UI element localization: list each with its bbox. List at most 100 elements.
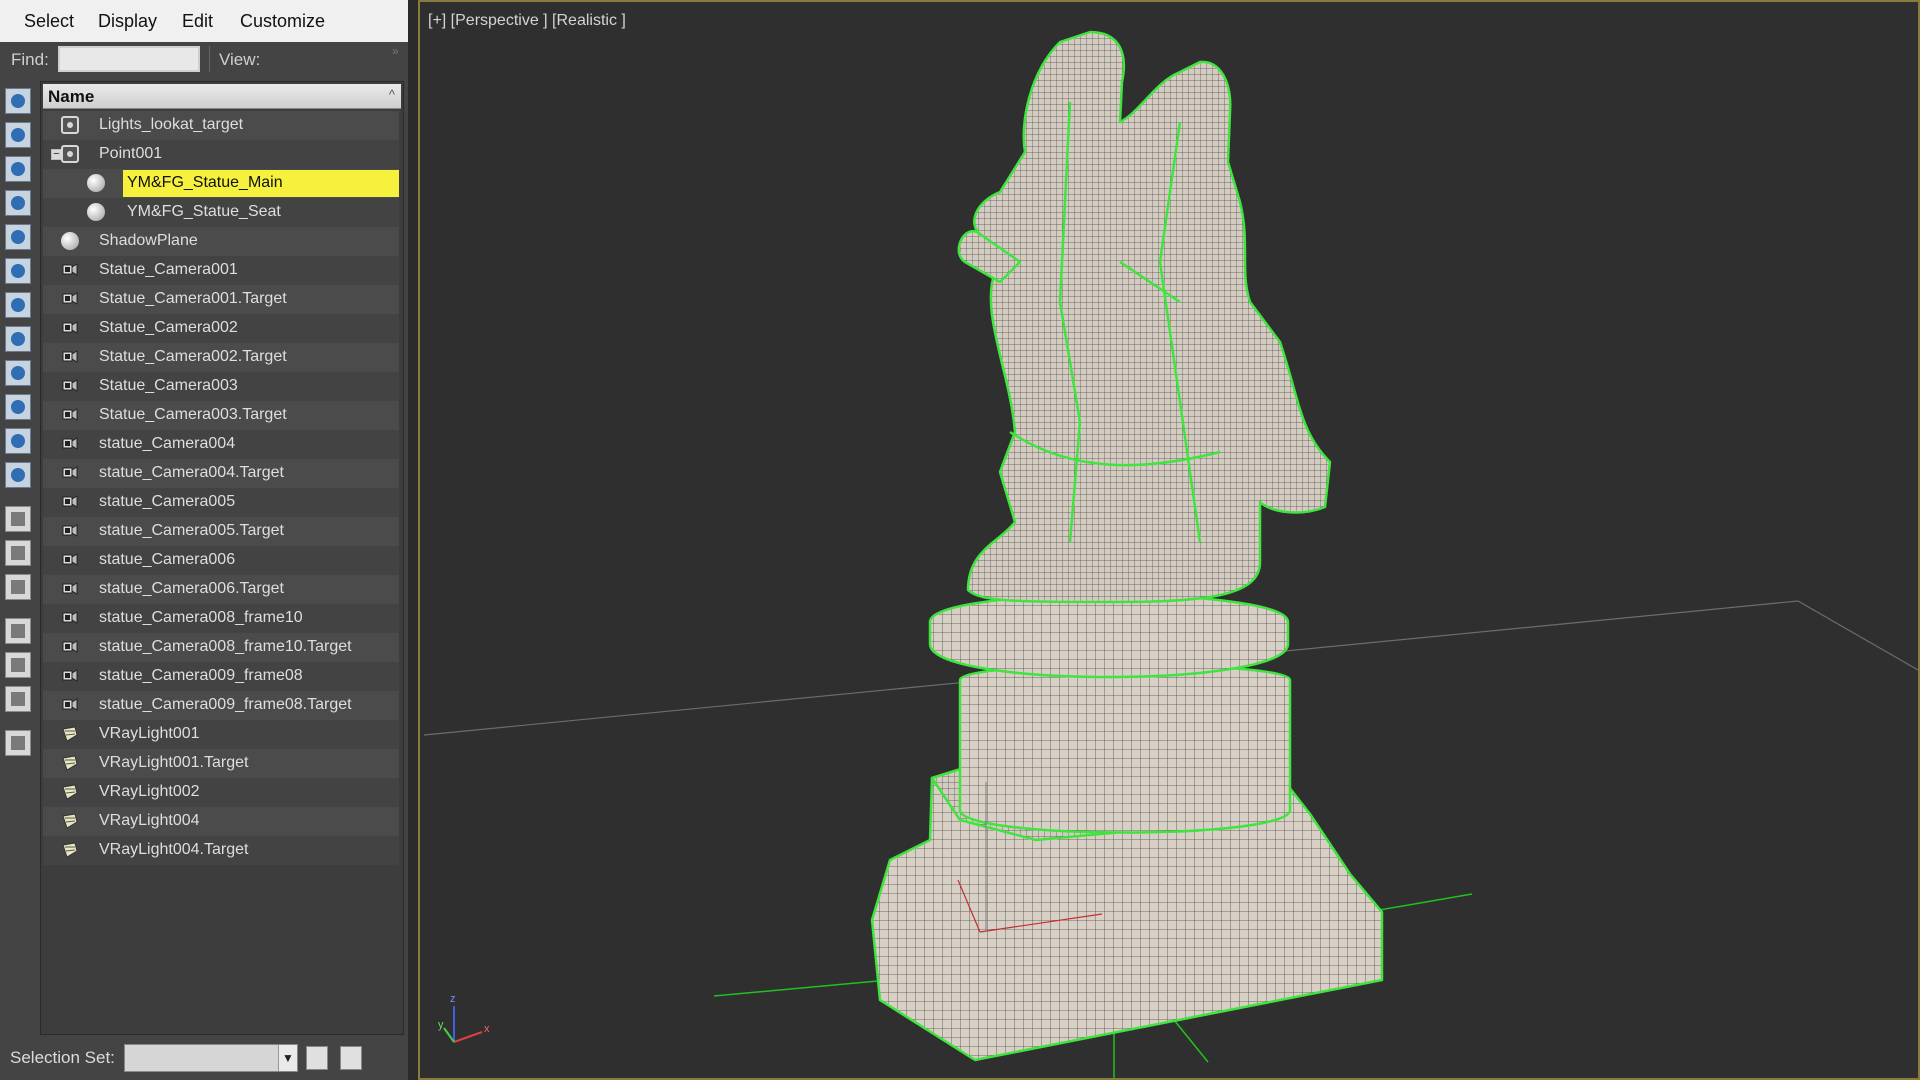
view-label: View: — [219, 50, 261, 69]
edit-selection-set-icon[interactable] — [306, 1046, 328, 1070]
display-cameras-icon[interactable] — [5, 224, 31, 250]
tree-row[interactable]: statue_Camera005 — [43, 488, 399, 517]
tree-row-label: YM&FG_Statue_Main — [127, 174, 283, 191]
tree-row[interactable]: Statue_Camera003 — [43, 372, 399, 401]
tree-row[interactable]: statue_Camera004.Target — [43, 459, 399, 488]
tree-row-label: statue_Camera006 — [99, 551, 236, 568]
tree-row[interactable]: Statue_Camera001 — [43, 256, 399, 285]
select-all-icon[interactable] — [5, 506, 31, 532]
tree-row-label: VRayLight001.Target — [99, 754, 249, 771]
menu-display[interactable]: Display — [92, 0, 163, 42]
scene-explorer: Select Display Edit Customize Find: View… — [0, 0, 408, 1080]
camera-icon — [61, 580, 79, 598]
tree-row[interactable]: Lights_lookat_target — [43, 111, 399, 140]
geometry-sphere-icon — [87, 203, 105, 221]
camera-icon — [61, 609, 79, 627]
tree-row[interactable]: VRayLight001.Target — [43, 749, 399, 778]
find-label: Find: — [11, 50, 49, 69]
camera-icon — [61, 522, 79, 540]
chevron-down-icon[interactable]: ▼ — [278, 1045, 297, 1071]
tree-row[interactable]: statue_Camera008_frame10 — [43, 604, 399, 633]
display-xrefs-icon[interactable] — [5, 360, 31, 386]
camera-icon — [61, 319, 79, 337]
geometry-sphere-icon — [61, 232, 79, 250]
tree-row[interactable]: statue_Camera004 — [43, 430, 399, 459]
tree-row-label: Point001 — [99, 145, 163, 162]
tree-row[interactable]: − Point001 — [43, 140, 399, 169]
tree-row-label: VRayLight001 — [99, 725, 200, 742]
tree-row-label: VRayLight004 — [99, 812, 200, 829]
tree-row[interactable]: statue_Camera009_frame08 — [43, 662, 399, 691]
tree-row[interactable]: VRayLight001 — [43, 720, 399, 749]
display-shapes-icon[interactable] — [5, 156, 31, 182]
viewport-label-menu[interactable]: [+] [Perspective ] [Realistic ] — [428, 12, 626, 30]
display-helpers-icon[interactable] — [5, 258, 31, 284]
camera-icon — [61, 290, 79, 308]
camera-icon — [61, 464, 79, 482]
tree-row-label: VRayLight004.Target — [99, 841, 249, 858]
camera-icon — [61, 406, 79, 424]
tree-row[interactable]: Statue_Camera002 — [43, 314, 399, 343]
tree-row[interactable]: VRayLight004.Target — [43, 836, 399, 865]
display-spacewarps-icon[interactable] — [5, 292, 31, 318]
tree-row-label: ShadowPlane — [99, 232, 198, 249]
expand-chevron-icon[interactable]: » — [392, 44, 399, 58]
camera-icon — [61, 261, 79, 279]
camera-icon — [61, 638, 79, 656]
tree-row[interactable]: YM&FG_Statue_Main — [43, 169, 399, 198]
tree-column-header[interactable]: Name ^ — [43, 84, 401, 109]
tree-row[interactable]: statue_Camera006 — [43, 546, 399, 575]
display-none-icon[interactable] — [5, 88, 31, 114]
camera-icon — [61, 348, 79, 366]
tree-row-label: Statue_Camera003 — [99, 377, 238, 394]
tree-row[interactable]: VRayLight002 — [43, 778, 399, 807]
find-input[interactable] — [58, 46, 200, 72]
menu-edit[interactable]: Edit — [176, 0, 219, 42]
statue-model — [870, 30, 1384, 1062]
display-frozen-icon[interactable] — [5, 462, 31, 488]
menu-select[interactable]: Select — [18, 0, 80, 42]
display-lights-icon[interactable] — [5, 190, 31, 216]
tree-row[interactable]: Statue_Camera001.Target — [43, 285, 399, 314]
divider — [209, 46, 210, 72]
tree-row[interactable]: VRayLight004 — [43, 807, 399, 836]
light-icon — [61, 754, 79, 772]
light-icon — [61, 783, 79, 801]
tree-row[interactable]: statue_Camera006.Target — [43, 575, 399, 604]
filter-options-icon[interactable] — [5, 652, 31, 678]
create-selection-set-icon[interactable] — [340, 1046, 362, 1070]
tree-row-label: statue_Camera008_frame10 — [99, 609, 303, 626]
display-groups-icon[interactable] — [5, 326, 31, 352]
display-geometry-icon[interactable] — [5, 122, 31, 148]
tree-row[interactable]: Statue_Camera002.Target — [43, 343, 399, 372]
find-bar: Find: View: » — [0, 42, 408, 76]
select-none-icon[interactable] — [5, 540, 31, 566]
tree-row-label: Lights_lookat_target — [99, 116, 244, 133]
tree-row[interactable]: Statue_Camera003.Target — [43, 401, 399, 430]
display-bones-icon[interactable] — [5, 394, 31, 420]
tree-row[interactable]: statue_Camera008_frame10.Target — [43, 633, 399, 662]
tree-row-label: Statue_Camera003.Target — [99, 406, 287, 423]
axis-tripod: z x y — [438, 993, 490, 1043]
tree-row[interactable]: statue_Camera009_frame08.Target — [43, 691, 399, 720]
viewport-canvas[interactable]: z x y — [420, 2, 1918, 1078]
lock-icon[interactable] — [5, 730, 31, 756]
layer-icon[interactable] — [5, 686, 31, 712]
filter-icon[interactable] — [5, 618, 31, 644]
tree-row[interactable]: ShadowPlane — [43, 227, 399, 256]
selection-set-dropdown[interactable]: ▼ — [124, 1044, 298, 1072]
tree-row-label: YM&FG_Statue_Seat — [127, 203, 281, 220]
camera-icon — [61, 696, 79, 714]
point-helper-icon — [61, 116, 79, 134]
display-containers-icon[interactable] — [5, 428, 31, 454]
select-invert-icon[interactable] — [5, 574, 31, 600]
tree-row[interactable]: YM&FG_Statue_Seat — [43, 198, 399, 227]
tree-row-label: statue_Camera009_frame08.Target — [99, 696, 352, 713]
perspective-viewport[interactable]: z x y [+] [Perspective ] [Realistic ] — [418, 0, 1920, 1080]
scene-tree: Name ^ Lights_lookat_target − Point001 YM&F… — [40, 81, 404, 1035]
menu-bar: Select Display Edit Customize — [0, 0, 408, 43]
tree-row[interactable]: statue_Camera005.Target — [43, 517, 399, 546]
tree-row-label: Statue_Camera001 — [99, 261, 238, 278]
menu-customize[interactable]: Customize — [234, 0, 331, 42]
tree-row-label: statue_Camera004.Target — [99, 464, 284, 481]
